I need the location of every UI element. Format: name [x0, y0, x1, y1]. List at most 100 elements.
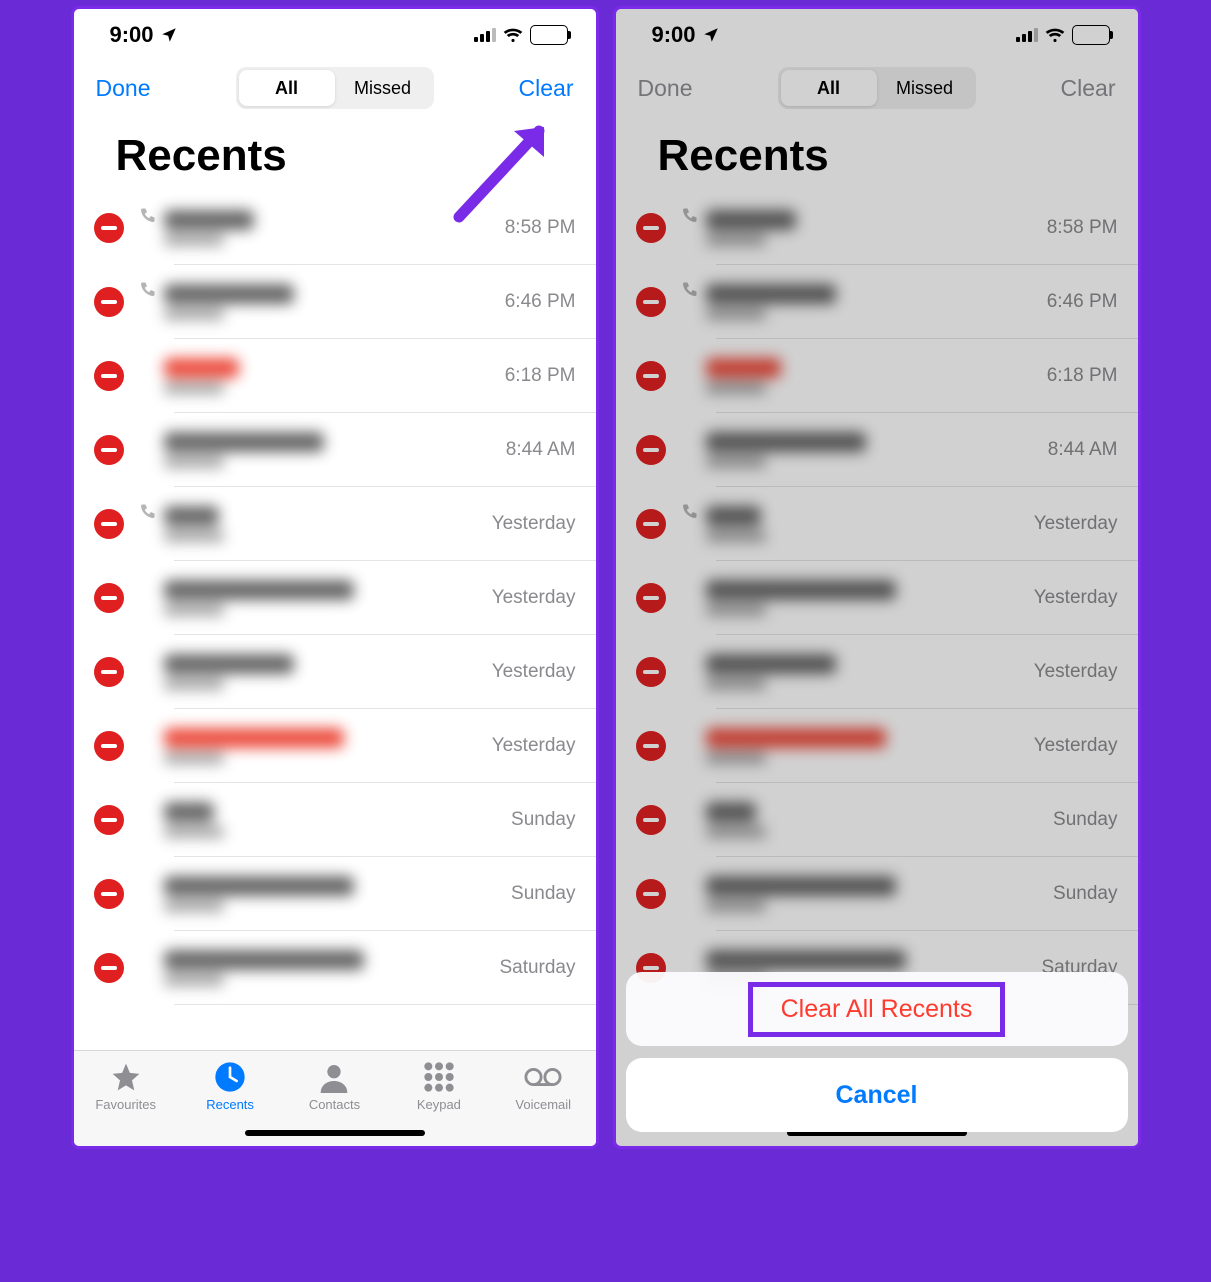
call-time: Yesterday — [1034, 661, 1118, 683]
segment-all[interactable]: All — [781, 70, 877, 106]
tab-voicemail[interactable]: Voicemail — [495, 1061, 591, 1112]
delete-row-button[interactable] — [94, 287, 124, 317]
clear-button[interactable]: Clear — [1061, 75, 1116, 102]
delete-row-button[interactable] — [94, 509, 124, 539]
delete-row-button[interactable] — [94, 435, 124, 465]
action-sheet: Clear All Recents Cancel — [626, 972, 1128, 1132]
status-bar: 9:00 51 — [74, 9, 596, 61]
segmented-control[interactable]: All Missed — [778, 67, 976, 109]
tab-recents[interactable]: Recents — [182, 1061, 278, 1112]
outgoing-call-icon — [138, 281, 158, 304]
delete-row-button[interactable] — [636, 731, 666, 761]
call-time: Yesterday — [1034, 513, 1118, 535]
location-arrow-icon — [702, 26, 720, 44]
cellular-icon — [1016, 22, 1038, 48]
nav-bar: Done All Missed Clear — [74, 61, 596, 115]
call-row[interactable]: Saturday — [74, 931, 596, 1005]
call-row[interactable]: Sunday — [616, 857, 1138, 931]
done-button[interactable]: Done — [96, 75, 151, 102]
call-time: 6:46 PM — [1047, 291, 1118, 313]
segment-missed[interactable]: Missed — [335, 70, 431, 106]
call-time: Sunday — [511, 883, 575, 905]
call-row[interactable]: Yesterday — [74, 709, 596, 783]
delete-row-button[interactable] — [94, 731, 124, 761]
clear-all-recents-button[interactable]: Clear All Recents — [626, 972, 1128, 1046]
outgoing-call-icon — [680, 503, 700, 526]
call-time: Yesterday — [492, 661, 576, 683]
contact-redacted — [164, 432, 506, 468]
call-time: Saturday — [499, 957, 575, 979]
segment-all[interactable]: All — [239, 70, 335, 106]
delete-row-button[interactable] — [94, 361, 124, 391]
contact-redacted — [706, 210, 1047, 246]
delete-row-button[interactable] — [636, 657, 666, 687]
delete-row-button[interactable] — [94, 879, 124, 909]
call-time: 8:44 AM — [1048, 439, 1118, 461]
delete-row-button[interactable] — [94, 213, 124, 243]
clock-text: 9:00 — [652, 22, 696, 48]
contact-redacted — [706, 506, 1034, 542]
page-title: Recents — [74, 115, 596, 191]
call-row[interactable]: 8:44 AM — [616, 413, 1138, 487]
location-arrow-icon — [160, 26, 178, 44]
delete-row-button[interactable] — [636, 361, 666, 391]
call-row[interactable]: Yesterday — [616, 487, 1138, 561]
delete-row-button[interactable] — [94, 953, 124, 983]
cancel-button[interactable]: Cancel — [626, 1058, 1128, 1132]
call-row[interactable]: Yesterday — [616, 635, 1138, 709]
delete-row-button[interactable] — [636, 583, 666, 613]
segment-missed[interactable]: Missed — [877, 70, 973, 106]
done-button[interactable]: Done — [638, 75, 693, 102]
cellular-icon — [474, 22, 496, 48]
segmented-control[interactable]: All Missed — [236, 67, 434, 109]
delete-row-button[interactable] — [94, 657, 124, 687]
wifi-icon — [503, 22, 523, 48]
tab-favourites[interactable]: Favourites — [78, 1061, 174, 1112]
call-row[interactable]: 6:18 PM — [74, 339, 596, 413]
delete-row-button[interactable] — [636, 213, 666, 243]
contact-redacted — [164, 876, 512, 912]
call-row[interactable]: Yesterday — [616, 709, 1138, 783]
call-row[interactable]: Sunday — [74, 783, 596, 857]
call-row[interactable]: 8:44 AM — [74, 413, 596, 487]
delete-row-button[interactable] — [636, 287, 666, 317]
contact-redacted — [164, 284, 505, 320]
call-row[interactable]: Sunday — [74, 857, 596, 931]
call-row[interactable]: 8:58 PM — [616, 191, 1138, 265]
contact-redacted — [164, 802, 512, 838]
contact-redacted — [164, 580, 492, 616]
outgoing-call-icon — [680, 207, 700, 230]
call-row[interactable]: 6:18 PM — [616, 339, 1138, 413]
call-row[interactable]: Yesterday — [74, 635, 596, 709]
call-row[interactable]: 8:58 PM — [74, 191, 596, 265]
call-row[interactable]: Yesterday — [616, 561, 1138, 635]
delete-row-button[interactable] — [94, 583, 124, 613]
contact-redacted — [706, 358, 1047, 394]
delete-row-button[interactable] — [636, 509, 666, 539]
tab-keypad[interactable]: Keypad — [391, 1061, 487, 1112]
call-time: 6:18 PM — [505, 365, 576, 387]
delete-row-button[interactable] — [636, 805, 666, 835]
call-row[interactable]: Yesterday — [74, 487, 596, 561]
annotation-highlight: Clear All Recents — [748, 982, 1006, 1037]
recents-list-left[interactable]: 8:58 PM6:46 PM6:18 PM8:44 AMYesterdayYes… — [74, 191, 596, 1050]
tab-contacts[interactable]: Contacts — [286, 1061, 382, 1112]
delete-row-button[interactable] — [94, 805, 124, 835]
contact-redacted — [164, 950, 500, 986]
call-row[interactable]: 6:46 PM — [74, 265, 596, 339]
call-time: Yesterday — [492, 735, 576, 757]
home-indicator[interactable] — [245, 1130, 425, 1136]
contact-redacted — [164, 210, 505, 246]
delete-row-button[interactable] — [636, 879, 666, 909]
delete-row-button[interactable] — [636, 435, 666, 465]
contact-redacted — [706, 876, 1054, 912]
contact-redacted — [706, 728, 1034, 764]
clear-button[interactable]: Clear — [519, 75, 574, 102]
contact-redacted — [706, 802, 1054, 838]
clock-text: 9:00 — [110, 22, 154, 48]
call-row[interactable]: 6:46 PM — [616, 265, 1138, 339]
call-row[interactable]: Sunday — [616, 783, 1138, 857]
call-row[interactable]: Yesterday — [74, 561, 596, 635]
outgoing-call-icon — [138, 207, 158, 230]
nav-bar: Done All Missed Clear — [616, 61, 1138, 115]
